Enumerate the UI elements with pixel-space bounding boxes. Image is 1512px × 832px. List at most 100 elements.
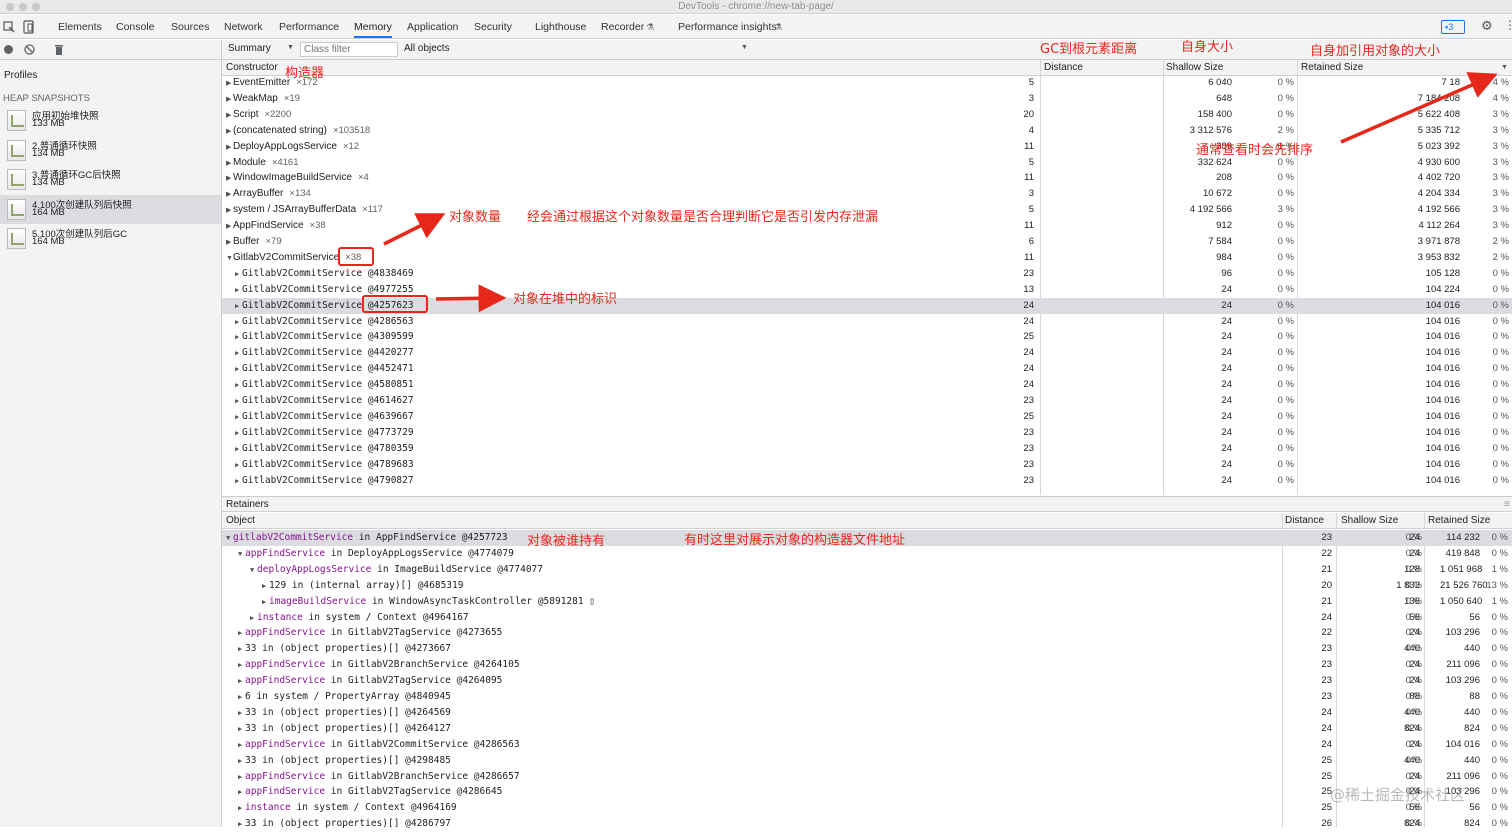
retainer-name[interactable]: ▶ appFindService in GitlabV2TagService @4… [238, 784, 502, 800]
view-select-chevron-icon[interactable]: ▼ [287, 44, 294, 51]
instance-name[interactable]: ▶ GitlabV2CommitService @4780359 [235, 441, 414, 457]
record-icon[interactable] [4, 45, 13, 54]
instance-name[interactable]: ▶ GitlabV2CommitService @4790827 [235, 473, 414, 489]
collapsed-triangle-icon[interactable]: ▶ [235, 266, 242, 282]
instance-name[interactable]: ▶ GitlabV2CommitService @4639667 [235, 409, 414, 425]
collapsed-triangle-icon[interactable]: ▶ [238, 800, 245, 816]
expanded-triangle-icon[interactable]: ▼ [226, 530, 233, 546]
instance-name[interactable]: ▶ GitlabV2CommitService @4773729 [235, 425, 414, 441]
retainer-row[interactable]: ▶ 33 in (object properties)[] @4286797 26 8… [222, 816, 1512, 832]
instance-name[interactable]: ▶ GitlabV2CommitService @4789683 [235, 457, 414, 473]
retainers-shallow-column-header[interactable]: Shallow Size [1341, 513, 1398, 528]
retainer-row[interactable]: ▶ appFindService in GitlabV2BranchService… [222, 657, 1512, 673]
retainer-row[interactable]: ▶ instance in system / Context @4964169 25… [222, 800, 1512, 816]
retainer-name[interactable]: ▶ appFindService in GitlabV2TagService @4… [238, 625, 502, 641]
snapshot-item[interactable]: 2.普通循环快照 134 MB [0, 136, 221, 165]
collapsed-triangle-icon[interactable]: ▶ [238, 641, 245, 657]
retainer-name[interactable]: ▶ 33 in (object properties)[] @4264127 [238, 721, 451, 737]
instance-name[interactable]: ▶ GitlabV2CommitService @4309599 [235, 329, 414, 345]
snapshot-item[interactable]: 4.100次创建队列后快照 164 MB [0, 194, 221, 224]
collapsed-triangle-icon[interactable]: ▶ [238, 816, 245, 832]
retainer-row[interactable]: ▶ 33 in (object properties)[] @4264127 24 8… [222, 721, 1512, 737]
constructor-name[interactable]: ▶ Buffer ×79 [226, 234, 282, 251]
collapsed-triangle-icon[interactable]: ▶ [235, 393, 242, 409]
collapsed-triangle-icon[interactable]: ▶ [238, 737, 245, 753]
retainer-name[interactable]: ▼ appFindService in DeployAppLogsService … [238, 546, 514, 562]
collapsed-triangle-icon[interactable]: ▶ [226, 108, 233, 124]
collapsed-triangle-icon[interactable]: ▶ [235, 345, 242, 361]
inspect-element-icon[interactable] [3, 21, 15, 33]
collapsed-triangle-icon[interactable]: ▶ [235, 409, 242, 425]
collapsed-triangle-icon[interactable]: ▶ [235, 282, 242, 298]
instance-name[interactable]: ▶ GitlabV2CommitService @4580851 [235, 377, 414, 393]
collapsed-triangle-icon[interactable]: ▶ [235, 314, 242, 330]
retainer-name[interactable]: ▼ deployAppLogsService in ImageBuildServi… [250, 562, 543, 578]
retainer-name[interactable]: ▶ appFindService in GitlabV2BranchService… [238, 657, 520, 673]
retainer-row[interactable]: ▶ appFindService in GitlabV2CommitService… [222, 737, 1512, 753]
collapsed-triangle-icon[interactable]: ▶ [238, 657, 245, 673]
retainer-name[interactable]: ▶ appFindService in GitlabV2TagService @4… [238, 673, 502, 689]
tab-performance[interactable]: Performance [279, 15, 339, 38]
retained-size-column-header[interactable]: Retained Size [1301, 60, 1363, 75]
collapsed-triangle-icon[interactable]: ▶ [235, 457, 242, 473]
constructor-row[interactable]: ▼GitlabV2CommitService ×38 11 984 0 % 3 953 8… [222, 250, 1512, 266]
tab-security[interactable]: Security [474, 15, 512, 38]
retainers-distance-column-header[interactable]: Distance [1285, 513, 1324, 528]
instance-row[interactable]: ▶ GitlabV2CommitService @4309599 25 24 0 % 10… [222, 329, 1512, 345]
tab-memory[interactable]: Memory [354, 15, 392, 38]
retainer-name[interactable]: ▶ appFindService in GitlabV2CommitService… [238, 737, 520, 753]
constructor-name[interactable]: ▶ Script ×2200 [226, 107, 291, 124]
constructor-name[interactable]: ▶ system / JSArrayBufferData ×117 [226, 202, 383, 219]
collapsed-triangle-icon[interactable]: ▶ [238, 625, 245, 641]
instance-row[interactable]: ▶ GitlabV2CommitService @4452471 24 24 0 % 10… [222, 361, 1512, 377]
retainer-row[interactable]: ▶ appFindService in GitlabV2TagService @4… [222, 625, 1512, 641]
retainer-row[interactable]: ▶ appFindService in GitlabV2BranchService… [222, 769, 1512, 785]
constructor-row[interactable]: ▶ (concatenated string) ×103518 4 3 312 576 2… [222, 123, 1512, 139]
collapsed-triangle-icon[interactable]: ▶ [226, 124, 233, 140]
resize-handle-icon[interactable]: ≡ [1504, 497, 1510, 512]
instance-name[interactable]: ▶ GitlabV2CommitService @4614627 [235, 393, 414, 409]
instance-name[interactable]: ▶ GitlabV2CommitService @4452471 [235, 361, 414, 377]
constructor-name[interactable]: ▶ (concatenated string) ×103518 [226, 123, 370, 140]
expanded-triangle-icon[interactable]: ▼ [238, 546, 245, 562]
instance-row[interactable]: ▶ GitlabV2CommitService @4780359 23 24 0 % 10… [222, 441, 1512, 457]
retainers-retained-column-header[interactable]: Retained Size [1428, 513, 1490, 528]
instance-row[interactable]: ▶ GitlabV2CommitService @4838469 23 96 0 % 10… [222, 266, 1512, 282]
tab-recorder[interactable]: Recorder [601, 15, 644, 38]
tab-elements[interactable]: Elements [58, 15, 102, 38]
collapsed-triangle-icon[interactable]: ▶ [238, 673, 245, 689]
more-options-icon[interactable]: ⋮ [1504, 18, 1512, 32]
tab-lighthouse[interactable]: Lighthouse [535, 15, 586, 38]
collapsed-triangle-icon[interactable]: ▶ [226, 219, 233, 235]
instance-name[interactable]: ▶ GitlabV2CommitService @4838469 [235, 266, 414, 282]
constructor-row[interactable]: ▶ DeployAppLogsService ×12 11 289 0 % 5 023 39… [222, 139, 1512, 155]
retainer-name[interactable]: ▶ 33 in (object properties)[] @4298485 [238, 753, 451, 769]
collapsed-triangle-icon[interactable]: ▶ [235, 441, 242, 457]
retainer-row[interactable]: ▼ deployAppLogsService in ImageBuildServi… [222, 562, 1512, 578]
collapsed-triangle-icon[interactable]: ▶ [226, 235, 233, 251]
collapsed-triangle-icon[interactable]: ▶ [235, 377, 242, 393]
constructor-name[interactable]: ▶ DeployAppLogsService ×12 [226, 139, 359, 156]
tab-console[interactable]: Console [116, 15, 155, 38]
retainer-row[interactable]: ▶ appFindService in GitlabV2TagService @4… [222, 673, 1512, 689]
object-column-header[interactable]: Object [226, 513, 255, 528]
issues-badge[interactable]: ▪3 [1441, 20, 1465, 34]
collapsed-triangle-icon[interactable]: ▶ [262, 578, 269, 594]
collapsed-triangle-icon[interactable]: ▶ [226, 140, 233, 156]
collapsed-triangle-icon[interactable]: ▶ [238, 769, 245, 785]
collapsed-triangle-icon[interactable]: ▶ [238, 721, 245, 737]
collapsed-triangle-icon[interactable]: ▶ [238, 784, 245, 800]
collapsed-triangle-icon[interactable]: ▶ [226, 156, 233, 172]
retainer-row[interactable]: ▶ 33 in (object properties)[] @4298485 25 4… [222, 753, 1512, 769]
objects-select[interactable]: All objects [404, 43, 450, 54]
constructor-row[interactable]: ▶ Module ×4161 5 332 624 0 % 4 930 600 3 % [222, 155, 1512, 171]
tab-network[interactable]: Network [224, 15, 263, 38]
tab-sources[interactable]: Sources [171, 15, 210, 38]
constructor-name[interactable]: ▶ Module ×4161 [226, 155, 299, 172]
constructor-row[interactable]: ▶ EventEmitter ×172 5 6 040 0 % 7 18 4 % [222, 75, 1512, 91]
constructor-row[interactable]: ▶ Buffer ×79 6 7 584 0 % 3 971 878 2 % [222, 234, 1512, 250]
collapsed-triangle-icon[interactable]: ▶ [226, 171, 233, 187]
constructor-name[interactable]: ▶ WeakMap ×19 [226, 91, 300, 108]
zoom-window-icon[interactable] [32, 3, 40, 11]
collapsed-triangle-icon[interactable]: ▶ [235, 425, 242, 441]
